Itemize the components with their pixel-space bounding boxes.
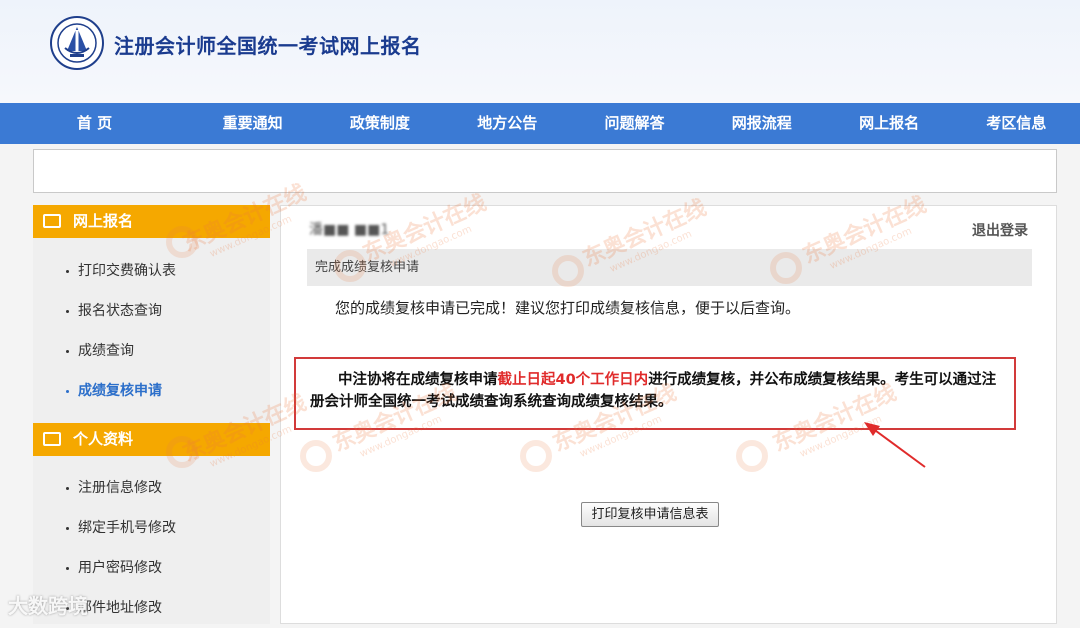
page-header: 注册会计师全国统一考试网上报名 (0, 0, 1080, 103)
cicpa-emblem-icon[interactable] (50, 16, 104, 70)
nav-item-process[interactable]: 网报流程 (698, 103, 825, 144)
nav-item-online-registration[interactable]: 网上报名 (825, 103, 952, 144)
sidebar-list-registration: 打印交费确认表 报名状态查询 成绩查询 成绩复核申请 (33, 238, 270, 411)
section-title: 完成成绩复核申请 (307, 249, 1032, 286)
sidebar-section-title: 个人资料 (73, 430, 134, 448)
sidebar-item-print-payment[interactable]: 打印交费确认表 (33, 251, 270, 291)
sidebar-item-edit-phone[interactable]: 绑定手机号修改 (33, 508, 270, 548)
sidebar-section-online-registration: 网上报名 (33, 205, 270, 238)
print-review-info-button[interactable]: 打印复核申请信息表 (581, 502, 719, 527)
nav-item-policy[interactable]: 政策制度 (316, 103, 443, 144)
logout-link[interactable]: 退出登录 (972, 220, 1028, 240)
sidebar-section-personal-info: 个人资料 (33, 423, 270, 456)
nav-item-faq[interactable]: 问题解答 (571, 103, 698, 144)
sidebar-item-score-review[interactable]: 成绩复核申请 (33, 371, 270, 411)
corner-watermark: 大数跨境 (8, 594, 88, 618)
notice-deadline-highlight: 截止日起40个工作日内 (497, 372, 649, 388)
user-name: 潘■■ ■■1 (309, 222, 390, 238)
completion-message: 您的成绩复核申请已完成！建议您打印成绩复核信息，便于以后查询。 (335, 299, 801, 317)
nav-item-exam-area[interactable]: 考区信息 (953, 103, 1080, 144)
main-nav: 首 页 重要通知 政策制度 地方公告 问题解答 网报流程 网上报名 考区信息 (0, 103, 1080, 144)
review-notice-box: 中注协将在成绩复核申请截止日起40个工作日内进行成绩复核，并公布成绩复核结果。考… (294, 357, 1016, 430)
site-title: 注册会计师全国统一考试网上报名 (114, 34, 422, 58)
notice-bar (33, 149, 1057, 193)
sidebar-item-score-query[interactable]: 成绩查询 (33, 331, 270, 371)
sidebar: 网上报名 打印交费确认表 报名状态查询 成绩查询 成绩复核申请 个人资料 注册信… (33, 205, 270, 624)
notice-text-part1: 中注协将在成绩复核申请 (338, 372, 498, 388)
nav-item-local-announcement[interactable]: 地方公告 (444, 103, 571, 144)
sidebar-item-edit-registration[interactable]: 注册信息修改 (33, 468, 270, 508)
monitor-icon (43, 214, 61, 228)
main-content: 潘■■ ■■1 退出登录 完成成绩复核申请 您的成绩复核申请已完成！建议您打印成… (280, 205, 1057, 624)
sidebar-item-edit-password[interactable]: 用户密码修改 (33, 548, 270, 588)
sidebar-section-title: 网上报名 (73, 212, 134, 230)
nav-item-important-notice[interactable]: 重要通知 (189, 103, 316, 144)
id-card-icon (43, 432, 61, 446)
sidebar-item-registration-status[interactable]: 报名状态查询 (33, 291, 270, 331)
nav-item-home[interactable]: 首 页 (0, 103, 189, 144)
